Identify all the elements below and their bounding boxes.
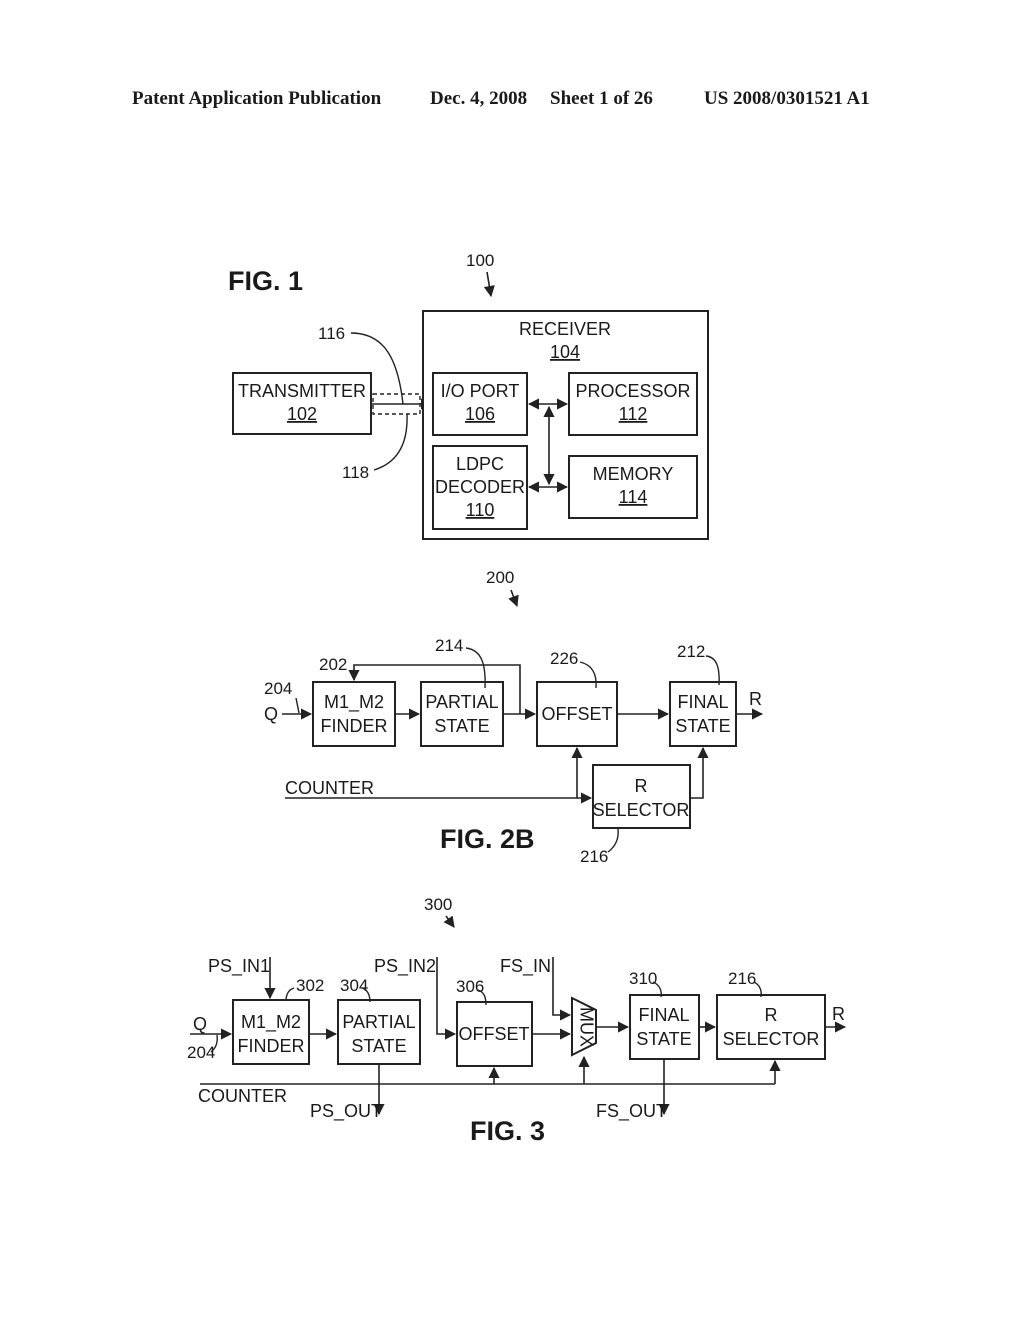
partial-label-2: STATE — [434, 716, 489, 736]
fig2b-input-q: Q — [264, 704, 278, 724]
fig2b-ref-arrow — [508, 589, 519, 608]
memory-block: MEMORY 114 — [568, 455, 698, 519]
rsel-label-2: SELECTOR — [593, 800, 690, 820]
fig2b-finder-ref: 202 — [319, 655, 347, 674]
rsel-label-1: R — [635, 776, 648, 796]
fig3-finder-label-2: FINDER — [238, 1036, 305, 1056]
fig3-partial-block: PARTIAL STATE — [337, 999, 421, 1065]
fig1-title: FIG. 1 — [228, 266, 303, 296]
fig3-rsel-label-1: R — [765, 1005, 778, 1025]
fig1-ref-arrow — [483, 271, 495, 298]
fig3-title: FIG. 3 — [470, 1116, 545, 1146]
fs-out-label: FS_OUT — [596, 1101, 667, 1122]
io-port-block: I/O PORT 106 — [432, 372, 528, 436]
leader-204 — [295, 697, 300, 714]
fig3-input-q: Q — [193, 1014, 207, 1034]
transmitter-block: TRANSMITTER 102 — [232, 372, 372, 435]
fig2b-offset-block: OFFSET — [536, 681, 618, 747]
fig2b-output-r: R — [749, 689, 762, 709]
fig2b-title: FIG. 2B — [440, 824, 535, 854]
fig3-counter-label: COUNTER — [198, 1086, 287, 1106]
fig3-partial-label-2: STATE — [351, 1036, 406, 1056]
fig2b-counter-label: COUNTER — [285, 778, 374, 798]
fig2b-input-ref: 204 — [264, 679, 292, 698]
fig3-finder-ref: 302 — [296, 976, 324, 995]
fs-in-label: FS_IN — [500, 956, 551, 977]
offset-label: OFFSET — [542, 704, 613, 724]
fig3-final-ref: 310 — [629, 969, 657, 988]
receiver-label: RECEIVER — [519, 319, 611, 339]
patent-drawing: FIG. 1 100 TRANSMITTER 102 116 118 RECEI… — [187, 251, 847, 1146]
fig2b-ref: 200 — [486, 568, 514, 587]
fig3-final-label-2: STATE — [636, 1029, 691, 1049]
mux-label: MUX — [576, 1007, 596, 1047]
memory-label: MEMORY — [593, 464, 674, 484]
ps-in1-label: PS_IN1 — [208, 956, 270, 977]
ldpc-label-2: DECODER — [435, 477, 525, 497]
fig2b-finder-block: M1_M2 FINDER — [312, 681, 396, 747]
fig3-output-r: R — [832, 1004, 845, 1024]
fig3-offset-ref: 306 — [456, 977, 484, 996]
fig3-rselector-block: R SELECTOR — [716, 994, 826, 1060]
ps-out-label: PS_OUT — [310, 1101, 382, 1122]
io-port-label: I/O PORT — [441, 381, 520, 401]
fig3-final-block: FINAL STATE — [629, 994, 700, 1060]
fig2b-rselector-block: R SELECTOR — [592, 764, 691, 829]
transmitter-ref: 102 — [287, 404, 317, 424]
ps-in2-label: PS_IN2 — [374, 956, 436, 977]
figure-1: FIG. 1 100 TRANSMITTER 102 116 118 RECEI… — [228, 251, 709, 540]
transmitter-label: TRANSMITTER — [238, 381, 366, 401]
finder-label-2: FINDER — [321, 716, 388, 736]
fig3-rsel-ref: 216 — [728, 969, 756, 988]
processor-ref: 112 — [619, 404, 648, 424]
fig1-ref: 100 — [466, 251, 494, 270]
fig3-ref-arrow — [443, 915, 455, 928]
fig3-input-ref: 204 — [187, 1043, 215, 1062]
ldpc-label-1: LDPC — [456, 454, 504, 474]
fig3-offset-block: OFFSET — [456, 1001, 533, 1067]
fig2b-rsel-ref: 216 — [580, 847, 608, 866]
fig3-rsel-label-2: SELECTOR — [723, 1029, 820, 1049]
fig3-ref: 300 — [424, 895, 452, 914]
partial-label-1: PARTIAL — [425, 692, 498, 712]
fig2b-partial-ref: 214 — [435, 636, 463, 655]
fig3-finder-label-1: M1_M2 — [241, 1012, 301, 1033]
fs-in-arrow — [552, 957, 572, 1021]
fig2b-final-ref: 212 — [677, 642, 705, 661]
io-port-ref: 106 — [465, 404, 495, 424]
leader-118 — [373, 413, 408, 471]
final-label-1: FINAL — [677, 692, 728, 712]
fig3-partial-ref: 304 — [340, 976, 368, 995]
ps-in2-arrow — [436, 957, 457, 1040]
mux-block: MUX — [571, 996, 597, 1057]
link-ref-118: 118 — [342, 463, 369, 482]
processor-label: PROCESSOR — [575, 381, 690, 401]
leader-212 — [705, 655, 720, 686]
link-ref-116: 116 — [318, 324, 345, 343]
figure-2b: 200 204 Q M1_M2 FINDER 202 PARTIAL STATE… — [264, 568, 764, 866]
ldpc-ref: 110 — [466, 500, 495, 520]
fig2b-partial-block: PARTIAL STATE — [420, 681, 504, 747]
figure-3: 300 PS_IN1 Q 204 M1_M2 FINDER 302 PARTIA… — [187, 895, 847, 1146]
leader-216 — [607, 828, 619, 853]
fig3-finder-block: M1_M2 FINDER — [232, 999, 310, 1065]
processor-block: PROCESSOR 112 — [568, 372, 698, 436]
fig2b-final-block: FINAL STATE — [669, 681, 737, 747]
final-label-2: STATE — [675, 716, 730, 736]
fig3-offset-label: OFFSET — [459, 1024, 530, 1044]
fig2b-offset-ref: 226 — [550, 649, 578, 668]
receiver-ref: 104 — [550, 342, 580, 362]
finder-label-1: M1_M2 — [324, 692, 384, 713]
fig3-partial-label-1: PARTIAL — [342, 1012, 415, 1032]
ldpc-decoder-block: LDPC DECODER 110 — [432, 445, 528, 530]
memory-ref: 114 — [619, 487, 648, 507]
fig3-final-label-1: FINAL — [638, 1005, 689, 1025]
